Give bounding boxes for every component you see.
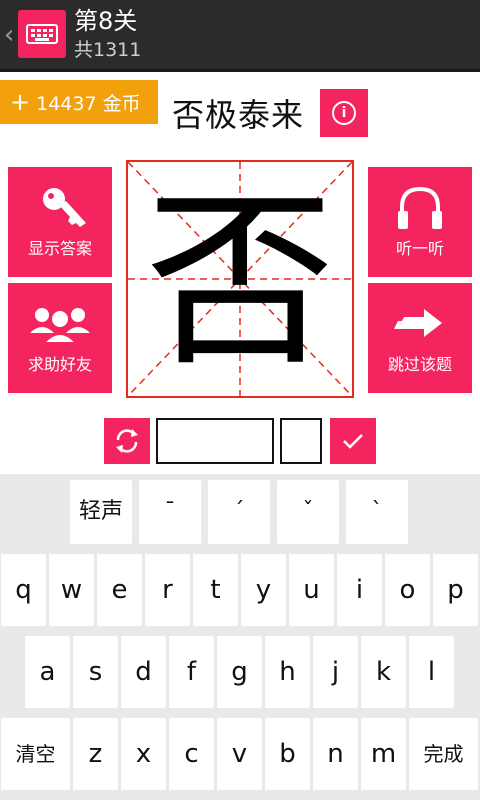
refresh-button[interactable] bbox=[104, 418, 150, 464]
coins-text: 14437 金币 bbox=[36, 93, 141, 115]
key-c[interactable]: c bbox=[169, 718, 214, 790]
listen-label: 听一听 bbox=[395, 239, 444, 258]
character-grid: 否 bbox=[126, 160, 354, 398]
key-t[interactable]: t bbox=[193, 554, 238, 626]
key-l[interactable]: l bbox=[409, 636, 454, 708]
check-icon bbox=[343, 434, 363, 449]
key-n[interactable]: n bbox=[313, 718, 358, 790]
key-j[interactable]: j bbox=[313, 636, 358, 708]
key-k[interactable]: k bbox=[361, 636, 406, 708]
level-title: 第8关 bbox=[74, 7, 138, 35]
key-v[interactable]: v bbox=[217, 718, 262, 790]
clear-key[interactable]: 清空 bbox=[1, 718, 70, 790]
key-u[interactable]: u bbox=[289, 554, 334, 626]
level-count: 共1311 bbox=[74, 39, 142, 61]
refresh-icon bbox=[116, 429, 138, 453]
key-y[interactable]: y bbox=[241, 554, 286, 626]
keyboard-app-icon[interactable] bbox=[18, 10, 66, 58]
key-a[interactable]: a bbox=[25, 636, 70, 708]
listen-button[interactable]: 听一听 bbox=[368, 167, 472, 277]
confirm-button[interactable] bbox=[330, 418, 376, 464]
action-bar: ‹ 第8关 共1311 bbox=[0, 0, 480, 72]
key-b[interactable]: b bbox=[265, 718, 310, 790]
key-z[interactable]: z bbox=[73, 718, 118, 790]
key-e[interactable]: e bbox=[97, 554, 142, 626]
back-chevron-icon[interactable]: ‹ bbox=[4, 22, 14, 48]
tone-key-4[interactable]: ˋ bbox=[346, 480, 408, 544]
show-answer-button[interactable]: 显示答案 bbox=[8, 167, 112, 277]
tone-key-2[interactable]: ˊ bbox=[208, 480, 270, 544]
key-h[interactable]: h bbox=[265, 636, 310, 708]
key-d[interactable]: d bbox=[121, 636, 166, 708]
key-m[interactable]: m bbox=[361, 718, 406, 790]
pinyin-keyboard: 轻声 ˉ ˊ ˇ ˋ q w e r t y u i o p a s d f g… bbox=[0, 474, 480, 800]
key-i[interactable]: i bbox=[337, 554, 382, 626]
skip-question-button[interactable]: 跳过该题 bbox=[368, 283, 472, 393]
key-q[interactable]: q bbox=[1, 554, 46, 626]
key-x[interactable]: x bbox=[121, 718, 166, 790]
key-r[interactable]: r bbox=[145, 554, 190, 626]
coins-badge[interactable]: +14437 金币 bbox=[0, 80, 158, 124]
skip-question-label: 跳过该题 bbox=[387, 355, 452, 374]
idiom-word: 否极泰来 bbox=[172, 96, 305, 134]
friends-icon bbox=[30, 308, 90, 344]
key-icon bbox=[43, 188, 86, 227]
ask-friends-button[interactable]: 求助好友 bbox=[8, 283, 112, 393]
tone-key-1[interactable]: ˉ bbox=[139, 480, 201, 544]
key-g[interactable]: g bbox=[217, 636, 262, 708]
done-key[interactable]: 完成 bbox=[409, 718, 478, 790]
ask-friends-label: 求助好友 bbox=[27, 355, 92, 374]
key-o[interactable]: o bbox=[385, 554, 430, 626]
tone-key-3[interactable]: ˇ bbox=[277, 480, 339, 544]
arrow-right-icon bbox=[394, 309, 442, 337]
key-f[interactable]: f bbox=[169, 636, 214, 708]
headphones-icon bbox=[398, 186, 442, 229]
plus-icon: + bbox=[10, 88, 31, 116]
pinyin-answer-field[interactable] bbox=[156, 418, 274, 464]
key-w[interactable]: w bbox=[49, 554, 94, 626]
target-character: 否 bbox=[144, 171, 335, 392]
tone-answer-field[interactable] bbox=[280, 418, 322, 464]
tone-key-neutral[interactable]: 轻声 bbox=[70, 480, 132, 544]
info-icon: i bbox=[332, 101, 356, 125]
key-p[interactable]: p bbox=[433, 554, 478, 626]
show-answer-label: 显示答案 bbox=[27, 239, 92, 258]
info-button[interactable]: i bbox=[320, 89, 368, 137]
key-s[interactable]: s bbox=[73, 636, 118, 708]
